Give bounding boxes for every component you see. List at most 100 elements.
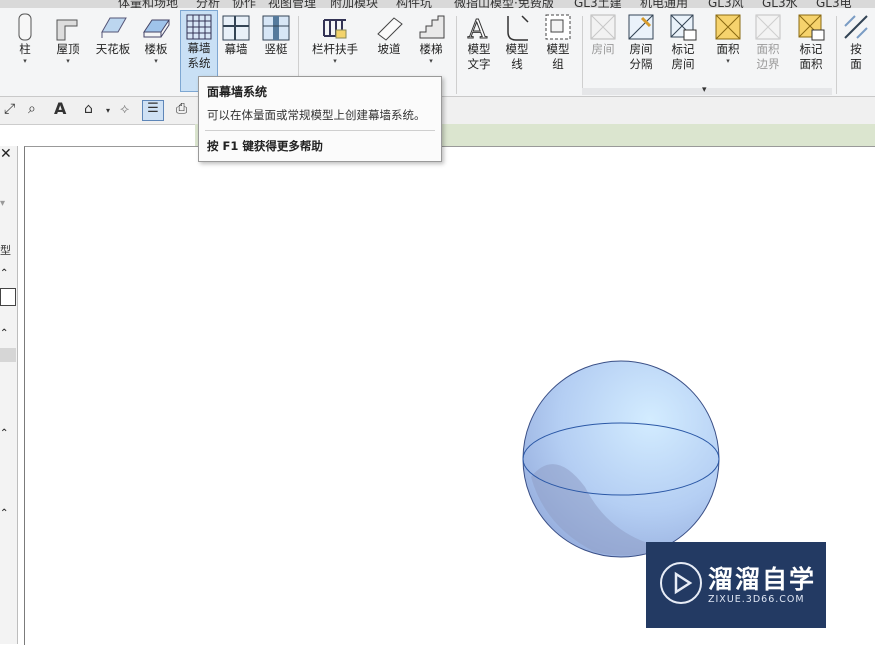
menu-item-analyze[interactable]: 分析 <box>196 0 220 8</box>
model-line-tool[interactable]: 模型 线 <box>500 12 534 72</box>
watermark-url: ZIXUE.3D66.COM <box>708 594 805 605</box>
3d-view-icon[interactable]: ⌂ <box>84 101 93 117</box>
tag-area-icon <box>796 12 826 42</box>
railing-label: 栏杆扶手 <box>312 42 358 56</box>
model-line-label-1: 模型 <box>505 42 529 56</box>
roof-label: 屋顶 <box>56 42 80 56</box>
area-tool[interactable]: 面积 ▾ <box>710 12 746 65</box>
area-boundary-label-1: 面积 <box>756 42 780 56</box>
ribbon-separator <box>582 16 583 94</box>
by-face-icon <box>841 12 871 42</box>
model-line-label-2: 线 <box>511 57 523 71</box>
menu-item-components[interactable]: 构件坑 <box>396 0 432 8</box>
collapse-icon[interactable]: ⌃ <box>0 328 16 339</box>
floor-icon <box>141 12 171 42</box>
area-dropdown-icon[interactable]: ▾ <box>710 57 746 65</box>
ramp-tool[interactable]: 坡道 <box>372 12 406 57</box>
tag-area-tool[interactable]: 标记 面积 <box>792 12 830 72</box>
menu-item-massing[interactable]: 体量和场地 <box>118 0 178 8</box>
curtain-grid-tool[interactable]: 幕墙网格 <box>220 12 252 57</box>
stair-tool[interactable]: 楼梯 ▾ <box>414 12 448 65</box>
svg-text:A: A <box>467 15 488 42</box>
railing-tool[interactable]: 栏杆扶手 ▾ <box>308 12 362 65</box>
model-text-tool[interactable]: A 模型 文字 <box>462 12 496 72</box>
curtain-grid-label: 幕墙网格 <box>224 42 248 56</box>
dimension-icon[interactable]: ⤢ <box>4 101 15 117</box>
thin-lines-icon[interactable]: ☰ <box>142 100 164 121</box>
collapse-icon[interactable]: ⌃ <box>0 428 16 439</box>
model-text-label-2: 文字 <box>467 57 491 71</box>
menu-item-collaborate[interactable]: 协作 <box>232 0 256 8</box>
mullion-label: 竖梃 <box>264 42 288 56</box>
area-boundary-icon <box>753 12 783 42</box>
model-group-label-2: 组 <box>552 57 564 71</box>
model-text-icon: A <box>464 12 494 46</box>
by-face-label-1: 按 <box>850 42 862 56</box>
collapse-icon[interactable]: ⌃ <box>0 268 16 279</box>
floor-label: 楼板 <box>144 42 168 56</box>
model-group-icon <box>543 12 573 42</box>
room-separator-tool[interactable]: 房间 分隔 <box>624 12 658 72</box>
room-icon <box>588 12 618 42</box>
ceiling-tool[interactable]: 天花板 <box>92 12 134 57</box>
column-tool[interactable]: 柱 ▾ <box>10 12 40 65</box>
floor-dropdown-icon[interactable]: ▾ <box>140 57 172 65</box>
tag-room-label-1: 标记 <box>671 42 695 56</box>
model-group-label-1: 模型 <box>546 42 570 56</box>
ramp-icon <box>374 12 404 42</box>
model-group-tool[interactable]: 模型 组 <box>540 12 576 72</box>
property-row[interactable] <box>0 348 16 362</box>
menu-item-addins[interactable]: 附加模块 <box>330 0 378 8</box>
watermark-name: 溜溜自学 <box>708 565 817 594</box>
collapse-icon[interactable]: ⌃ <box>0 508 16 519</box>
3d-view-dropdown-icon[interactable]: ▾ <box>106 106 110 115</box>
type-selector-field[interactable] <box>0 288 16 306</box>
column-dropdown-icon[interactable]: ▾ <box>10 57 40 65</box>
model-text-label-1: 模型 <box>467 42 491 56</box>
stair-label: 楼梯 <box>419 42 443 56</box>
menu-item-gl3-elec[interactable]: GL3电 <box>816 0 852 8</box>
stair-dropdown-icon[interactable]: ▾ <box>414 57 448 65</box>
curtain-system-label: 幕墙系统 <box>187 41 211 70</box>
column-icon <box>10 12 40 42</box>
watermark: 溜溜自学 ZIXUE.3D66.COM <box>646 542 826 628</box>
area-icon <box>713 12 743 42</box>
type-dropdown-icon[interactable]: ▾ <box>0 198 16 209</box>
room-tool[interactable]: 房间 <box>586 12 620 57</box>
ramp-label: 坡道 <box>377 42 401 56</box>
curtain-grid-icon <box>221 12 251 42</box>
mullion-tool[interactable]: 竖梃 <box>260 12 292 57</box>
menu-item-gl3-hvac[interactable]: GL3风 <box>708 0 744 8</box>
ceiling-icon <box>98 12 128 42</box>
text-icon[interactable]: A <box>54 99 66 118</box>
roof-dropdown-icon[interactable]: ▾ <box>52 57 84 65</box>
area-boundary-tool[interactable]: 面积 边界 <box>750 12 786 72</box>
room-separator-label-1: 房间 <box>629 42 653 56</box>
close-icon[interactable]: ✕ <box>0 146 18 164</box>
panel-expander[interactable]: ▾ <box>582 85 832 95</box>
stair-icon <box>416 12 446 42</box>
menu-item-manage[interactable]: 管理 <box>292 0 316 8</box>
railing-icon <box>320 12 350 42</box>
menu-item-view[interactable]: 视图 <box>268 0 292 8</box>
menu-item-gl3-civil[interactable]: GL3土建 <box>574 0 622 8</box>
menu-item-plugin[interactable]: 微指山模型·免费版 <box>454 0 554 8</box>
ribbon-separator <box>836 16 837 94</box>
floor-tool[interactable]: 楼板 ▾ <box>140 12 172 65</box>
tag-icon[interactable]: ⌕ <box>28 101 36 117</box>
tooltip-description: 可以在体量面或常规模型上创建幕墙系统。 <box>207 108 426 122</box>
room-separator-icon <box>626 12 656 42</box>
tag-room-tool[interactable]: 标记 房间 <box>664 12 702 72</box>
tooltip-title: 面幕墙系统 <box>207 85 268 99</box>
column-label: 柱 <box>19 42 31 56</box>
railing-dropdown-icon[interactable]: ▾ <box>308 57 362 65</box>
menu-bar: 体量和场地 分析 协作 视图 管理 附加模块 构件坑 微指山模型·免费版 GL3… <box>0 0 875 8</box>
area-boundary-label-2: 边界 <box>756 57 780 71</box>
roof-tool[interactable]: 屋顶 ▾ <box>52 12 84 65</box>
menu-item-mep[interactable]: 机电通用 <box>640 0 688 8</box>
section-icon[interactable]: ⟡ <box>120 101 129 117</box>
close-hidden-icon[interactable]: ⎙ <box>176 101 187 117</box>
ribbon-separator <box>456 16 457 94</box>
by-face-tool[interactable]: 按 面 <box>840 12 872 72</box>
menu-item-gl3-water[interactable]: GL3水 <box>762 0 798 8</box>
